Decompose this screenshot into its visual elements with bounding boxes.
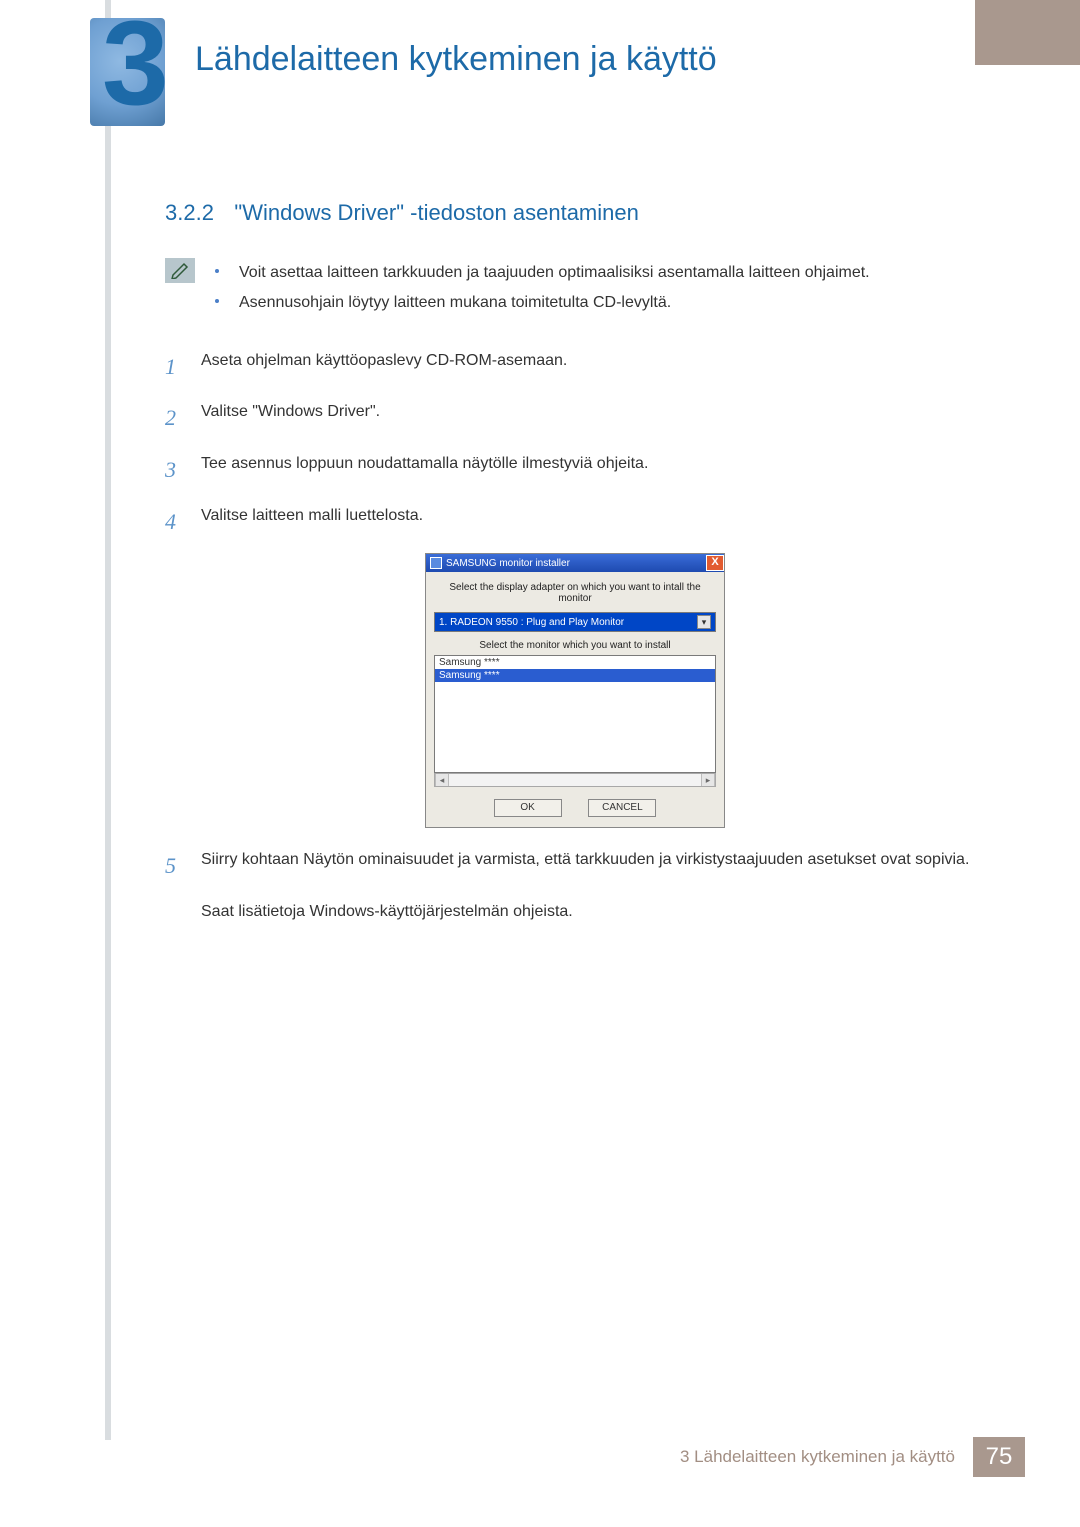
step-number: 1 — [165, 347, 193, 387]
monitor-list[interactable]: Samsung **** Samsung **** — [434, 655, 716, 773]
step-number: 4 — [165, 502, 193, 542]
chapter-badge: 3 — [90, 18, 185, 133]
close-button[interactable]: X — [706, 555, 724, 571]
step-number: 2 — [165, 398, 193, 438]
bullet-dot-icon — [215, 299, 219, 303]
note-bullet: Voit asettaa laitteen tarkkuuden ja taaj… — [215, 258, 870, 288]
list-item-selected[interactable]: Samsung **** — [435, 669, 715, 682]
step-number: 5 — [165, 846, 193, 886]
chapter-number: 3 — [102, 3, 169, 123]
list-item[interactable]: Samsung **** — [435, 656, 715, 669]
step-text: Valitse "Windows Driver". — [201, 398, 985, 427]
section-number: 3.2.2 — [165, 200, 214, 226]
note-block: Voit asettaa laitteen tarkkuuden ja taaj… — [165, 258, 985, 319]
page-number: 75 — [973, 1437, 1025, 1477]
note-text: Voit asettaa laitteen tarkkuuden ja taaj… — [239, 258, 870, 288]
page-footer: 3 Lähdelaitteen kytkeminen ja käyttö 75 — [680, 1437, 1025, 1477]
step-text: Saat lisätietoja Windows-käyttöjärjestel… — [201, 898, 985, 927]
installer-app-icon — [430, 557, 442, 569]
step-text: Valitse laitteen malli luettelosta. — [201, 502, 985, 531]
left-margin-stripe — [105, 0, 111, 1440]
section-heading: 3.2.2 "Windows Driver" -tiedoston asenta… — [165, 200, 985, 226]
bullet-dot-icon — [215, 269, 219, 273]
scroll-track[interactable] — [449, 774, 701, 786]
step-item: 1 Aseta ohjelman käyttöopaslevy CD-ROM-a… — [165, 347, 985, 387]
cancel-button[interactable]: CANCEL — [588, 799, 656, 817]
note-icon — [165, 258, 195, 283]
step-number: 3 — [165, 450, 193, 490]
installer-message: Select the monitor which you want to ins… — [434, 640, 716, 651]
chapter-title: Lähdelaitteen kytkeminen ja käyttö — [195, 40, 717, 79]
step-item: 2 Valitse "Windows Driver". — [165, 398, 985, 438]
content-area: 3.2.2 "Windows Driver" -tiedoston asenta… — [165, 200, 985, 939]
step-item: 3 Tee asennus loppuun noudattamalla näyt… — [165, 450, 985, 490]
note-text: Asennusohjain löytyy laitteen mukana toi… — [239, 288, 671, 318]
installer-titlebar: SAMSUNG monitor installer X — [426, 554, 724, 572]
scroll-right-icon[interactable]: ▸ — [701, 774, 715, 786]
section-title: "Windows Driver" -tiedoston asentaminen — [234, 200, 638, 225]
note-bullet: Asennusohjain löytyy laitteen mukana toi… — [215, 288, 870, 318]
scroll-left-icon[interactable]: ◂ — [435, 774, 449, 786]
installer-message: Select the display adapter on which you … — [434, 582, 716, 604]
display-adapter-select[interactable]: 1. RADEON 9550 : Plug and Play Monitor ▾ — [434, 612, 716, 632]
step-item: 5 Siirry kohtaan Näytön ominaisuudet ja … — [165, 846, 985, 886]
step-text: Tee asennus loppuun noudattamalla näytöl… — [201, 450, 985, 479]
installer-title: SAMSUNG monitor installer — [446, 558, 570, 569]
step-item: 4 Valitse laitteen malli luettelosta. — [165, 502, 985, 542]
installer-dialog: SAMSUNG monitor installer X Select the d… — [425, 553, 725, 828]
step-text: Aseta ohjelman käyttöopaslevy CD-ROM-ase… — [201, 347, 985, 376]
step-item: Saat lisätietoja Windows-käyttöjärjestel… — [165, 898, 985, 927]
chevron-down-icon[interactable]: ▾ — [697, 615, 711, 629]
ok-button[interactable]: OK — [494, 799, 562, 817]
footer-text: 3 Lähdelaitteen kytkeminen ja käyttö — [680, 1447, 955, 1467]
header-stripe — [975, 0, 1080, 65]
horizontal-scrollbar[interactable]: ◂ ▸ — [434, 773, 716, 787]
step-text: Siirry kohtaan Näytön ominaisuudet ja va… — [201, 846, 985, 875]
select-value: 1. RADEON 9550 : Plug and Play Monitor — [439, 617, 624, 628]
